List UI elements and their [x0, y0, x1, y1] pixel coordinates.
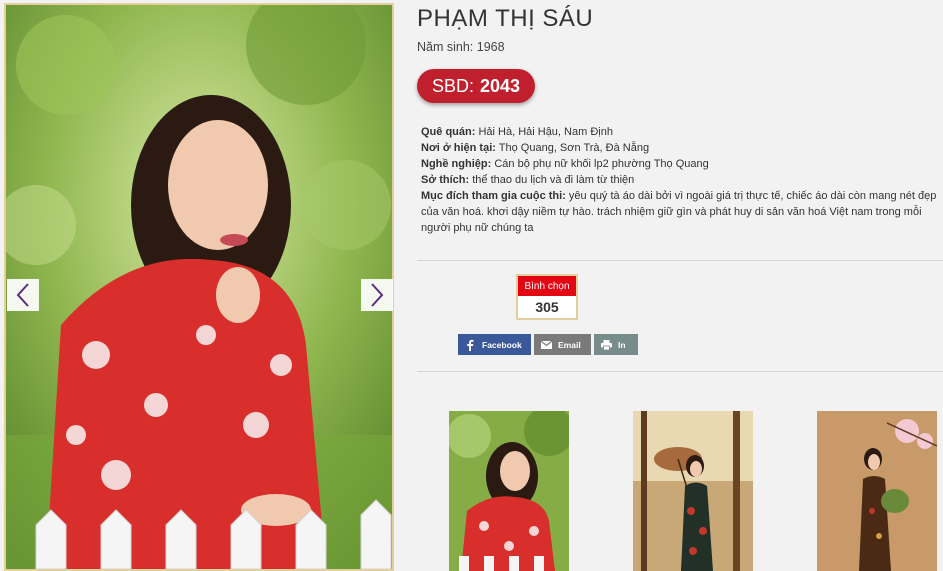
hometown-label: Quê quán: — [421, 126, 476, 138]
vote-button[interactable]: Bình chọn 305 — [516, 274, 578, 320]
thumbnail-photo[interactable] — [449, 411, 569, 571]
occupation-value: Cán bộ phụ nữ khối lp2 phường Thọ Quang — [494, 158, 709, 170]
occupation-row: Nghề nghiệp: Cán bộ phụ nữ khối lp2 phườ… — [421, 156, 943, 172]
contestant-details: Quê quán: Hải Hà, Hải Hậu, Nam Định Nơi … — [421, 124, 943, 236]
printer-icon — [600, 339, 612, 351]
vote-label: Bình chọn — [518, 276, 576, 296]
print-button[interactable]: In — [594, 334, 638, 355]
main-photo — [4, 3, 394, 571]
prev-photo-button[interactable] — [7, 279, 39, 311]
hometown-row: Quê quán: Hải Hà, Hải Hậu, Nam Định — [421, 124, 943, 140]
thumbnail-photo[interactable] — [817, 411, 937, 571]
divider — [417, 371, 943, 372]
chevron-right-icon — [371, 283, 384, 307]
sbd-number: 2043 — [479, 75, 521, 96]
residence-label: Nơi ở hiện tại: — [421, 142, 496, 154]
thumbnail-photo[interactable] — [633, 411, 753, 571]
facebook-icon — [464, 339, 476, 351]
email-share-button[interactable]: Email — [534, 334, 591, 355]
contestant-name: PHẠM THỊ SÁU — [417, 5, 594, 32]
sbd-badge: SBD: 2043 — [417, 69, 535, 103]
next-photo-button[interactable] — [361, 279, 393, 311]
sbd-label: SBD: — [431, 75, 474, 96]
hobby-value: thể thao du lịch và đi làm từ thiện — [472, 174, 635, 186]
hobby-label: Sở thích: — [421, 174, 470, 186]
print-label: In — [618, 339, 626, 350]
residence-row: Nơi ở hiện tại: Thọ Quang, Sơn Trà, Đà N… — [421, 140, 943, 156]
vote-count: 305 — [535, 299, 559, 315]
purpose-row: Mục đích tham gia cuộc thi: yêu quý tà á… — [421, 188, 943, 236]
chevron-left-icon — [16, 283, 29, 307]
hometown-value: Hải Hà, Hải Hậu, Nam Định — [478, 126, 613, 138]
residence-value: Thọ Quang, Sơn Trà, Đà Nẵng — [498, 142, 650, 154]
hobby-row: Sở thích: thể thao du lịch và đi làm từ … — [421, 172, 943, 188]
occupation-label: Nghề nghiệp: — [421, 158, 492, 170]
birth-year: Năm sinh: 1968 — [417, 40, 505, 54]
envelope-icon — [540, 339, 552, 351]
facebook-label: Facebook — [482, 339, 522, 350]
divider — [417, 260, 943, 261]
facebook-share-button[interactable]: Facebook — [458, 334, 531, 355]
email-label: Email — [558, 339, 581, 350]
purpose-label: Mục đích tham gia cuộc thi: — [421, 190, 566, 202]
